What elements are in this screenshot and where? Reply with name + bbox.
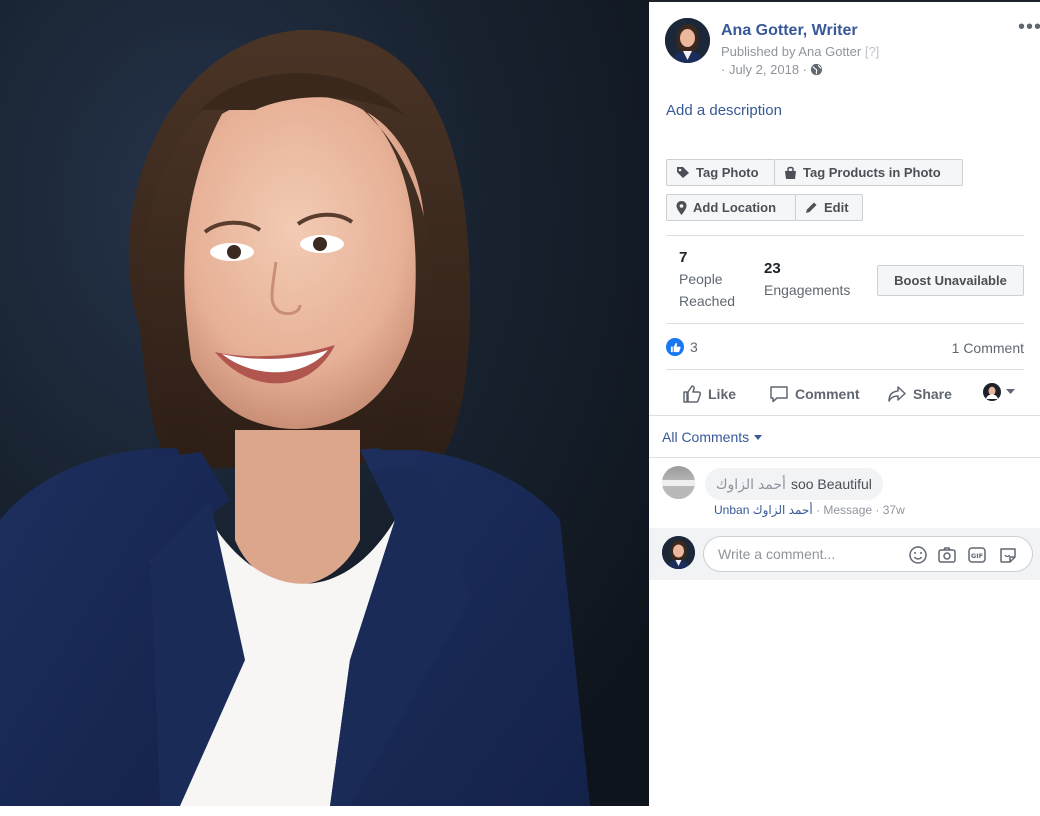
avatar-image <box>665 18 710 63</box>
sticker-icon[interactable] <box>998 545 1018 565</box>
comment-meta: Unban أحمد الزاوك · Message · 37w <box>714 503 905 517</box>
thumbs-up-icon <box>670 342 681 352</box>
tag-products-label: Tag Products in Photo <box>803 165 941 180</box>
divider <box>666 235 1024 236</box>
comment-text: soo Beautiful <box>790 476 872 492</box>
globe-icon[interactable] <box>810 63 823 76</box>
reaction-count[interactable]: 3 <box>690 339 698 355</box>
published-by: Published by Ana Gotter [?] <box>721 44 879 59</box>
edit-label: Edit <box>824 200 849 215</box>
unban-link[interactable]: Unban <box>714 503 749 517</box>
commenter-avatar[interactable] <box>662 466 695 499</box>
share-icon <box>888 386 906 402</box>
comment-button[interactable]: Comment <box>769 382 860 406</box>
add-location-label: Add Location <box>693 200 777 215</box>
post-side-panel: Ana Gotter, Writer Published by Ana Gott… <box>649 0 1040 816</box>
edit-button[interactable]: Edit <box>795 194 863 221</box>
comment-input[interactable]: Write a comment... GIF <box>703 536 1033 572</box>
add-location-button[interactable]: Add Location <box>666 194 796 221</box>
divider <box>666 323 1024 324</box>
photo[interactable] <box>0 0 649 806</box>
composer-avatar-image <box>662 536 695 569</box>
gif-icon[interactable]: GIF <box>967 545 987 565</box>
people-reached-label-line2: Reached <box>679 293 736 309</box>
comment-filter-label: All Comments <box>662 429 750 445</box>
comment-age[interactable]: 37w <box>883 503 905 517</box>
comment-bubble: أحمد الزاوك soo Beautiful <box>705 468 883 500</box>
comment-label: Comment <box>795 386 860 402</box>
people-reached-value: 7 <box>679 249 688 266</box>
published-help-link[interactable]: [?] <box>865 44 879 59</box>
portrait-image <box>0 0 649 806</box>
like-reaction-icon[interactable] <box>666 338 684 356</box>
svg-text:GIF: GIF <box>971 552 983 560</box>
divider <box>666 369 1024 370</box>
shopping-bag-icon <box>785 166 796 179</box>
boost-unavailable-button[interactable]: Boost Unavailable <box>877 265 1024 296</box>
engagements-label: Engagements <box>764 282 851 298</box>
comment-filter-dropdown[interactable]: All Comments <box>662 429 763 445</box>
top-border <box>649 0 1040 2</box>
tag-photo-label: Tag Photo <box>696 165 759 180</box>
camera-icon[interactable] <box>937 545 957 565</box>
emoji-icon[interactable] <box>908 545 928 565</box>
post-header: Ana Gotter, Writer Published by Ana Gott… <box>665 16 1040 78</box>
thumbs-up-icon <box>683 385 702 403</box>
share-label: Share <box>913 386 952 402</box>
chevron-down-icon <box>1006 389 1015 394</box>
share-button[interactable]: Share <box>887 382 952 406</box>
comment-author-link[interactable]: أحمد الزاوك <box>716 476 786 493</box>
post-date-text[interactable]: · July 2, 2018 · <box>721 62 807 77</box>
like-button[interactable]: Like <box>682 382 736 406</box>
actor-selector[interactable] <box>982 382 1015 402</box>
comment-input-placeholder: Write a comment... <box>718 546 836 562</box>
page-avatar[interactable] <box>665 18 710 63</box>
photo-viewer: Ana Gotter, Writer Published by Ana Gott… <box>0 0 1040 816</box>
message-link[interactable]: · Message · <box>816 503 879 517</box>
section-divider <box>649 415 1040 416</box>
comment-count-link[interactable]: 1 Comment <box>952 340 1024 356</box>
people-reached-label-line1: People <box>679 271 723 287</box>
commenter-avatar-image <box>662 466 695 499</box>
location-pin-icon <box>676 200 687 215</box>
post-date: · July 2, 2018 · <box>721 62 823 77</box>
like-label: Like <box>708 386 737 402</box>
pencil-icon <box>806 202 817 213</box>
comment-icon <box>770 386 788 403</box>
section-divider <box>649 457 1040 458</box>
more-options-icon[interactable]: ••• <box>1018 16 1040 39</box>
tag-products-button[interactable]: Tag Products in Photo <box>774 159 963 186</box>
add-description-link[interactable]: Add a description <box>666 102 782 119</box>
published-by-text[interactable]: Published by Ana Gotter <box>721 44 861 59</box>
comment-author-short-link[interactable]: أحمد الزاوك <box>753 503 813 517</box>
caret-down-icon <box>754 434 763 440</box>
actor-avatar-icon <box>983 383 1001 401</box>
tag-icon <box>677 167 689 178</box>
people-reached-label: People Reached <box>679 268 735 312</box>
tag-photo-button[interactable]: Tag Photo <box>666 159 775 186</box>
composer-avatar <box>662 536 695 569</box>
page-name-link[interactable]: Ana Gotter, Writer <box>721 22 858 40</box>
engagements-value: 23 <box>764 260 781 277</box>
